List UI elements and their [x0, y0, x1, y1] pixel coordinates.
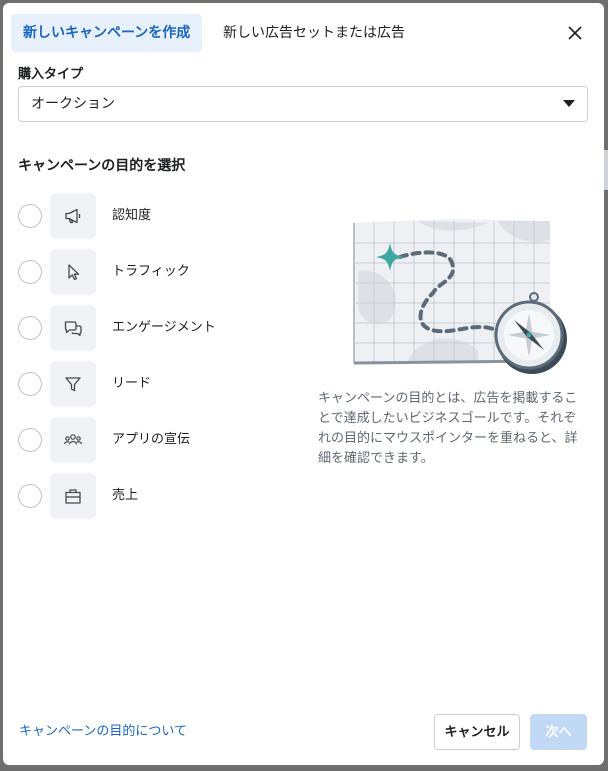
buying-type-label: 購入タイプ	[18, 67, 84, 82]
objective-label: アプリの宣伝	[112, 432, 191, 447]
objective-radio[interactable]	[18, 428, 42, 452]
objective-label: エンゲージメント	[112, 320, 216, 335]
objective-radio[interactable]	[18, 260, 42, 284]
megaphone-icon	[50, 193, 96, 239]
buying-type-value: オークション	[31, 96, 115, 112]
tab-new-ad-set-or-ad[interactable]: 新しい広告セットまたは広告	[211, 14, 417, 52]
objective-radio[interactable]	[18, 204, 42, 228]
map-compass-illustration	[348, 211, 568, 381]
objective-sales[interactable]: 売上	[18, 473, 278, 519]
objective-radio[interactable]	[18, 484, 42, 508]
objective-label: 認知度	[112, 208, 152, 223]
chat-bubbles-icon	[50, 305, 96, 351]
objective-label: 売上	[112, 488, 139, 503]
objective-app-promotion[interactable]: アプリの宣伝	[18, 417, 278, 463]
shopping-bag-icon	[50, 473, 96, 519]
objective-label: トラフィック	[112, 264, 190, 279]
objective-radio[interactable]	[18, 316, 42, 340]
next-button[interactable]: 次へ	[530, 714, 587, 750]
create-campaign-dialog: 新しいキャンペーンを作成 新しい広告セットまたは広告 購入タイプ オークション …	[3, 3, 604, 765]
learn-about-objectives-link[interactable]: キャンペーンの目的について	[19, 721, 187, 743]
objective-label: リード	[112, 376, 152, 391]
objective-radio[interactable]	[18, 372, 42, 396]
background-page	[604, 150, 608, 190]
people-icon	[50, 417, 96, 463]
tab-new-campaign[interactable]: 新しいキャンペーンを作成	[11, 14, 203, 52]
objective-awareness[interactable]: 認知度	[18, 193, 278, 239]
caret-down-icon	[563, 100, 575, 107]
filter-icon	[50, 361, 96, 407]
cancel-button[interactable]: キャンセル	[434, 714, 520, 750]
objective-description: キャンペーンの目的とは、広告を掲載することで達成したいビジネスゴールです。それぞ…	[318, 391, 578, 466]
close-icon[interactable]	[563, 21, 587, 45]
objective-traffic[interactable]: トラフィック	[18, 249, 278, 295]
objective-engagement[interactable]: エンゲージメント	[18, 305, 278, 351]
objective-heading: キャンペーンの目的を選択	[18, 158, 186, 174]
objective-leads[interactable]: リード	[18, 361, 278, 407]
cursor-icon	[50, 249, 96, 295]
buying-type-select[interactable]: オークション	[18, 86, 588, 122]
